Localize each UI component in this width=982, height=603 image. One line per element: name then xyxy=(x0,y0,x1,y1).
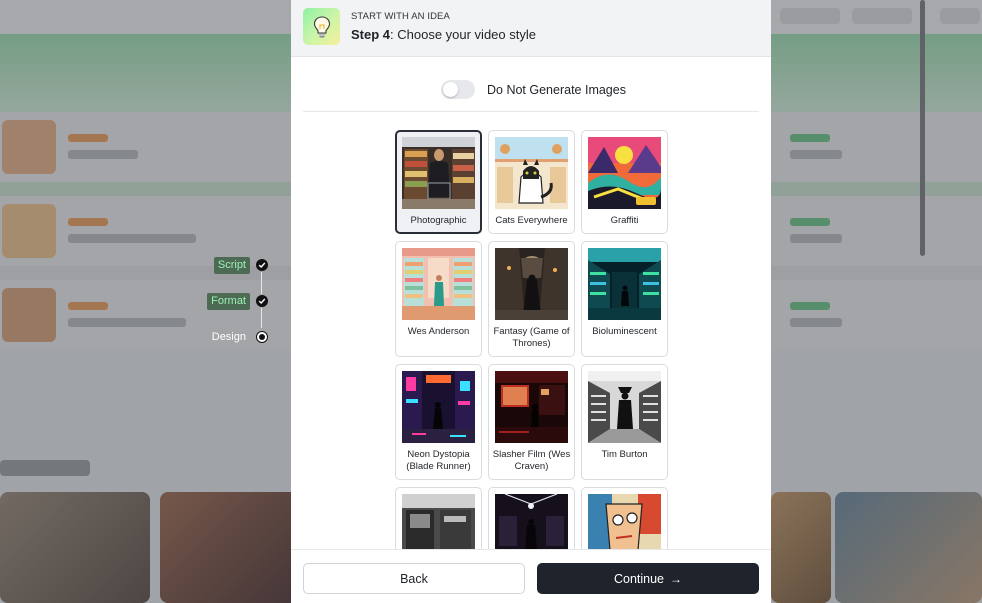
style-thumbnail-12 xyxy=(588,494,661,549)
style-card-tim-burton[interactable]: Tim Burton xyxy=(581,364,668,480)
stepper-step-script: Script xyxy=(213,256,268,274)
toggle-knob xyxy=(443,82,458,97)
no-images-toggle-row: Do Not Generate Images xyxy=(303,72,759,112)
style-card-bioluminescent[interactable]: Bioluminescent xyxy=(581,241,668,357)
arrow-right-icon: → xyxy=(670,571,683,586)
style-name: Neon Dystopia (Blade Runner) xyxy=(406,449,471,472)
progress-stepper: Script Format Design xyxy=(200,255,280,350)
style-name: Fantasy (Game of Thrones) xyxy=(493,326,570,349)
stepper-connector xyxy=(260,272,262,294)
style-card-slasher-film[interactable]: Slasher Film (Wes Craven) xyxy=(488,364,575,480)
style-card-11[interactable] xyxy=(488,487,575,549)
stepper-step-format: Format xyxy=(207,292,268,310)
continue-button-label: Continue xyxy=(613,571,665,586)
lightbulb-icon xyxy=(303,8,340,45)
video-style-modal: START WITH AN IDEA Step 4: Choose your v… xyxy=(291,0,771,603)
style-thumbnail-photographic xyxy=(402,137,475,209)
style-thumbnail-neon-dystopia xyxy=(402,371,475,443)
style-name: Cats Everywhere xyxy=(495,215,568,226)
no-images-toggle-label[interactable]: Do Not Generate Images xyxy=(487,83,626,97)
modal-title: Step 4: Choose your video style xyxy=(351,27,536,42)
check-icon xyxy=(256,295,268,307)
check-icon xyxy=(256,259,268,271)
style-name: Slasher Film (Wes Craven) xyxy=(492,449,571,472)
style-card-12[interactable] xyxy=(581,487,668,549)
continue-button[interactable]: Continue → xyxy=(537,563,759,594)
modal-header: START WITH AN IDEA Step 4: Choose your v… xyxy=(291,0,771,57)
stepper-label: Script xyxy=(213,256,250,274)
no-images-toggle[interactable] xyxy=(441,80,475,99)
style-name: Graffiti xyxy=(610,215,639,226)
style-thumbnail-fantasy xyxy=(495,248,568,320)
modal-footer: Back Continue → xyxy=(291,549,771,603)
style-name: Photographic xyxy=(410,215,467,226)
style-thumbnail-10 xyxy=(402,494,475,549)
style-thumbnail-bioluminescent xyxy=(588,248,661,320)
style-card-neon-dystopia[interactable]: Neon Dystopia (Blade Runner) xyxy=(395,364,482,480)
style-thumbnail-cats-everywhere xyxy=(495,137,568,209)
stepper-label: Design xyxy=(211,330,246,343)
style-card-fantasy[interactable]: Fantasy (Game of Thrones) xyxy=(488,241,575,357)
step-number: Step 4 xyxy=(351,27,391,42)
style-thumbnail-graffiti xyxy=(588,137,661,209)
stepper-label: Format xyxy=(207,292,250,310)
style-card-photographic[interactable]: Photographic xyxy=(395,130,482,234)
current-step-icon xyxy=(256,331,268,343)
step-title: : Choose your video style xyxy=(390,27,536,42)
stepper-step-design: Design xyxy=(208,328,268,346)
style-card-10[interactable] xyxy=(395,487,482,549)
style-card-graffiti[interactable]: Graffiti xyxy=(581,130,668,234)
back-button[interactable]: Back xyxy=(303,563,525,594)
style-thumbnail-tim-burton xyxy=(588,371,661,443)
style-name: Bioluminescent xyxy=(592,326,657,337)
style-card-cats-everywhere[interactable]: Cats Everywhere xyxy=(488,130,575,234)
modal-kicker: START WITH AN IDEA xyxy=(351,11,450,22)
style-card-wes-anderson[interactable]: Wes Anderson xyxy=(395,241,482,357)
style-grid: Photographic Cats Everywhere Graffiti We… xyxy=(291,122,771,549)
style-name: Wes Anderson xyxy=(407,326,470,337)
style-name: Tim Burton xyxy=(601,449,648,460)
style-thumbnail-slasher-film xyxy=(495,371,568,443)
style-thumbnail-11 xyxy=(495,494,568,549)
style-thumbnail-wes-anderson xyxy=(402,248,475,320)
stepper-connector xyxy=(260,308,262,328)
